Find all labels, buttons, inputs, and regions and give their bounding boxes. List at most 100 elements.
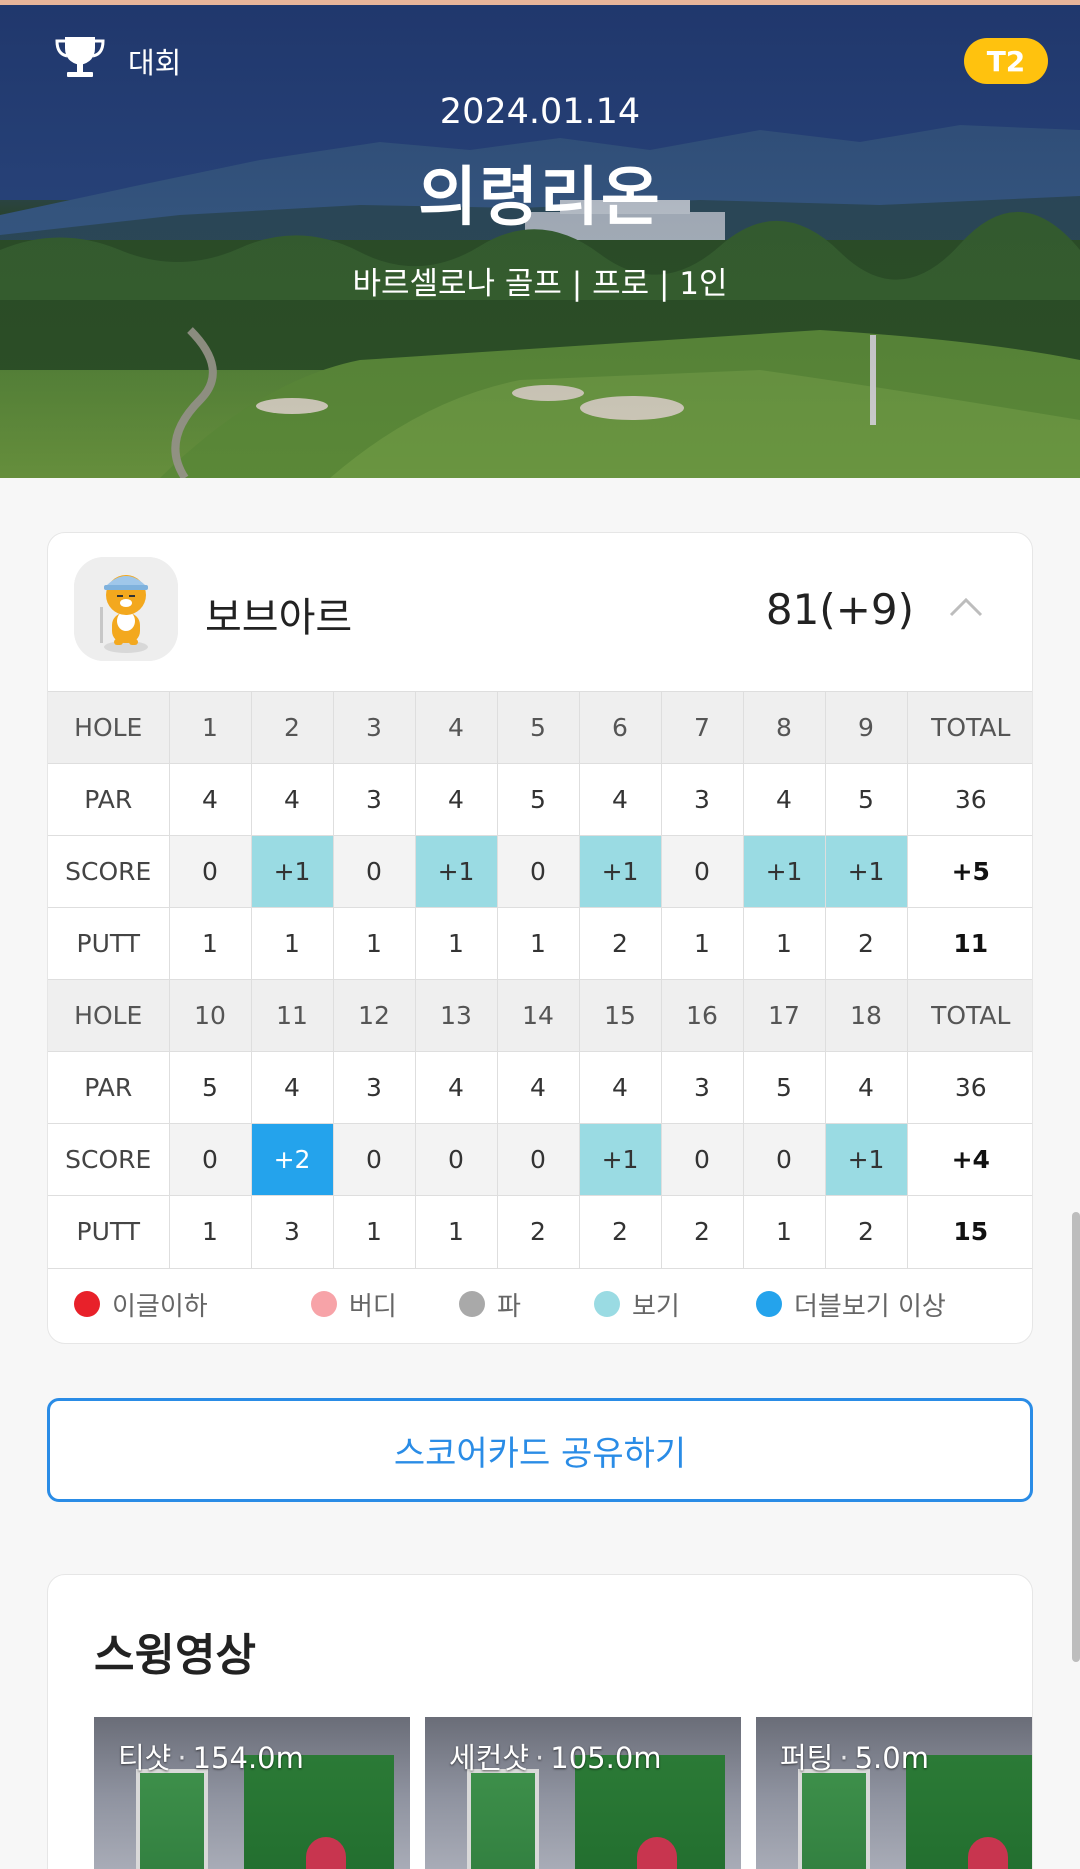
chevron-up-icon[interactable] — [944, 589, 988, 625]
par-row-front: PAR 4 4 3 4 5 4 3 4 5 36 — [48, 763, 1032, 836]
putt-cell: 1 — [333, 907, 416, 980]
screen-door — [136, 1769, 208, 1869]
score-cell: 0 — [333, 1123, 416, 1196]
score-cell: +1 — [579, 835, 662, 908]
swing-video-section: 스윙영상 티샷 · 154.0m 세컨샷 · 105.0m 퍼팅 · 5.0m — [47, 1574, 1033, 1869]
par-cell: 4 — [251, 1051, 334, 1124]
round-date: 2024.01.14 — [439, 92, 641, 132]
hole-number: 14 — [497, 979, 580, 1052]
video-thumbnail-putting[interactable]: 퍼팅 · 5.0m — [756, 1717, 1032, 1869]
score-cell: +1 — [415, 835, 498, 908]
lightblue-dot-icon — [594, 1291, 620, 1317]
hole-number: 4 — [415, 691, 498, 764]
score-cell: 0 — [743, 1123, 826, 1196]
par-cell: 4 — [743, 763, 826, 836]
par-cell: 5 — [825, 763, 908, 836]
video-thumbnail-second-shot[interactable]: 세컨샷 · 105.0m — [425, 1717, 741, 1869]
putt-cell: 1 — [743, 907, 826, 980]
golfer-figure — [968, 1837, 1008, 1869]
score-cell: 0 — [169, 1123, 252, 1196]
par-cell: 3 — [333, 1051, 416, 1124]
top-image-strip — [0, 0, 1080, 5]
putt-total: 15 — [907, 1195, 1032, 1268]
putt-cell: 2 — [579, 1195, 662, 1268]
hole-number: 3 — [333, 691, 416, 764]
legend-double-bogey: 더블보기 이상 — [756, 1286, 946, 1323]
par-cell: 4 — [251, 763, 334, 836]
putt-cell: 1 — [169, 1195, 252, 1268]
par-cell: 5 — [497, 763, 580, 836]
putt-cell: 1 — [333, 1195, 416, 1268]
score-row-back: SCORE 0 +2 0 0 0 +1 0 0 +1 +4 — [48, 1123, 1032, 1196]
hole-number: 5 — [497, 691, 580, 764]
putt-cell: 2 — [497, 1195, 580, 1268]
scrollbar[interactable] — [1072, 1212, 1080, 1662]
row-header: PUTT — [48, 1195, 170, 1268]
legend-label: 이글이하 — [112, 1291, 208, 1322]
putt-cell: 1 — [415, 1195, 498, 1268]
score-cell: 0 — [497, 835, 580, 908]
video-label: 세컨샷 · 105.0m — [449, 1741, 662, 1775]
row-header: HOLE — [48, 691, 170, 764]
score-cell: +1 — [825, 1123, 908, 1196]
putt-cell: 1 — [661, 907, 744, 980]
avatar — [74, 557, 178, 661]
hole-number: 9 — [825, 691, 908, 764]
hole-number: 2 — [251, 691, 334, 764]
hole-number: 17 — [743, 979, 826, 1052]
category-label: 대회 — [54, 34, 181, 87]
putt-cell: 3 — [251, 1195, 334, 1268]
score-cell: 0 — [497, 1123, 580, 1196]
video-thumbnail-tee-shot[interactable]: 티샷 · 154.0m — [94, 1717, 410, 1869]
shot-distance: 154.0m — [192, 1741, 304, 1775]
par-cell: 4 — [825, 1051, 908, 1124]
par-total: 36 — [907, 1051, 1032, 1124]
row-header: HOLE — [48, 979, 170, 1052]
course-hero-banner: 대회 T2 2024.01.14 의령리온 바르셀로나 골프 | 프로 | 1인 — [0, 0, 1080, 478]
hole-row-back: HOLE 10 11 12 13 14 15 16 17 18 TOTAL — [48, 979, 1032, 1052]
player-name: 보브아르 — [205, 595, 353, 641]
par-total: 36 — [907, 763, 1032, 836]
player-header[interactable]: 보브아르 81(+9) — [48, 533, 1032, 691]
putt-cell: 1 — [251, 907, 334, 980]
putt-cell: 1 — [743, 1195, 826, 1268]
total-header: TOTAL — [907, 691, 1032, 764]
row-header: PAR — [48, 763, 170, 836]
hole-number: 7 — [661, 691, 744, 764]
score-total: +4 — [907, 1123, 1032, 1196]
blue-dot-icon — [756, 1291, 782, 1317]
row-header: PAR — [48, 1051, 170, 1124]
putt-cell: 1 — [169, 907, 252, 980]
putt-total: 11 — [907, 907, 1032, 980]
putt-cell: 2 — [579, 907, 662, 980]
putt-cell: 1 — [497, 907, 580, 980]
score-cell: +1 — [251, 835, 334, 908]
course-name: 의령리온 — [418, 161, 662, 235]
video-label: 티샷 · 154.0m — [118, 1741, 304, 1775]
hole-row-front: HOLE 1 2 3 4 5 6 7 8 9 TOTAL — [48, 691, 1032, 764]
red-dot-icon — [74, 1291, 100, 1317]
hole-number: 10 — [169, 979, 252, 1052]
hole-number: 16 — [661, 979, 744, 1052]
putt-cell: 1 — [415, 907, 498, 980]
legend-eagle: 이글이하 — [74, 1286, 311, 1323]
score-legend: 이글이하 버디 파 보기 더블보기 이상 — [48, 1267, 1032, 1340]
video-list: 티샷 · 154.0m 세컨샷 · 105.0m 퍼팅 · 5.0m — [94, 1717, 1032, 1869]
share-scorecard-button[interactable]: 스코어카드 공유하기 — [47, 1398, 1033, 1502]
gray-dot-icon — [459, 1291, 485, 1317]
round-info: 바르셀로나 골프 | 프로 | 1인 — [352, 266, 728, 302]
hole-number: 15 — [579, 979, 662, 1052]
score-cell: 0 — [661, 1123, 744, 1196]
putt-row-back: PUTT 1 3 1 1 2 2 2 1 2 15 — [48, 1195, 1032, 1268]
screen-door — [798, 1769, 870, 1869]
score-row-front: SCORE 0 +1 0 +1 0 +1 0 +1 +1 +5 — [48, 835, 1032, 908]
golfer-figure — [637, 1837, 677, 1869]
hole-number: 11 — [251, 979, 334, 1052]
putt-row-front: PUTT 1 1 1 1 1 2 1 1 2 11 — [48, 907, 1032, 980]
player-total-score: 81(+9) — [765, 585, 914, 634]
par-cell: 4 — [415, 1051, 498, 1124]
tier-badge: T2 — [964, 38, 1048, 84]
score-cell: +2 — [251, 1123, 334, 1196]
par-cell: 4 — [579, 763, 662, 836]
par-cell: 4 — [497, 1051, 580, 1124]
